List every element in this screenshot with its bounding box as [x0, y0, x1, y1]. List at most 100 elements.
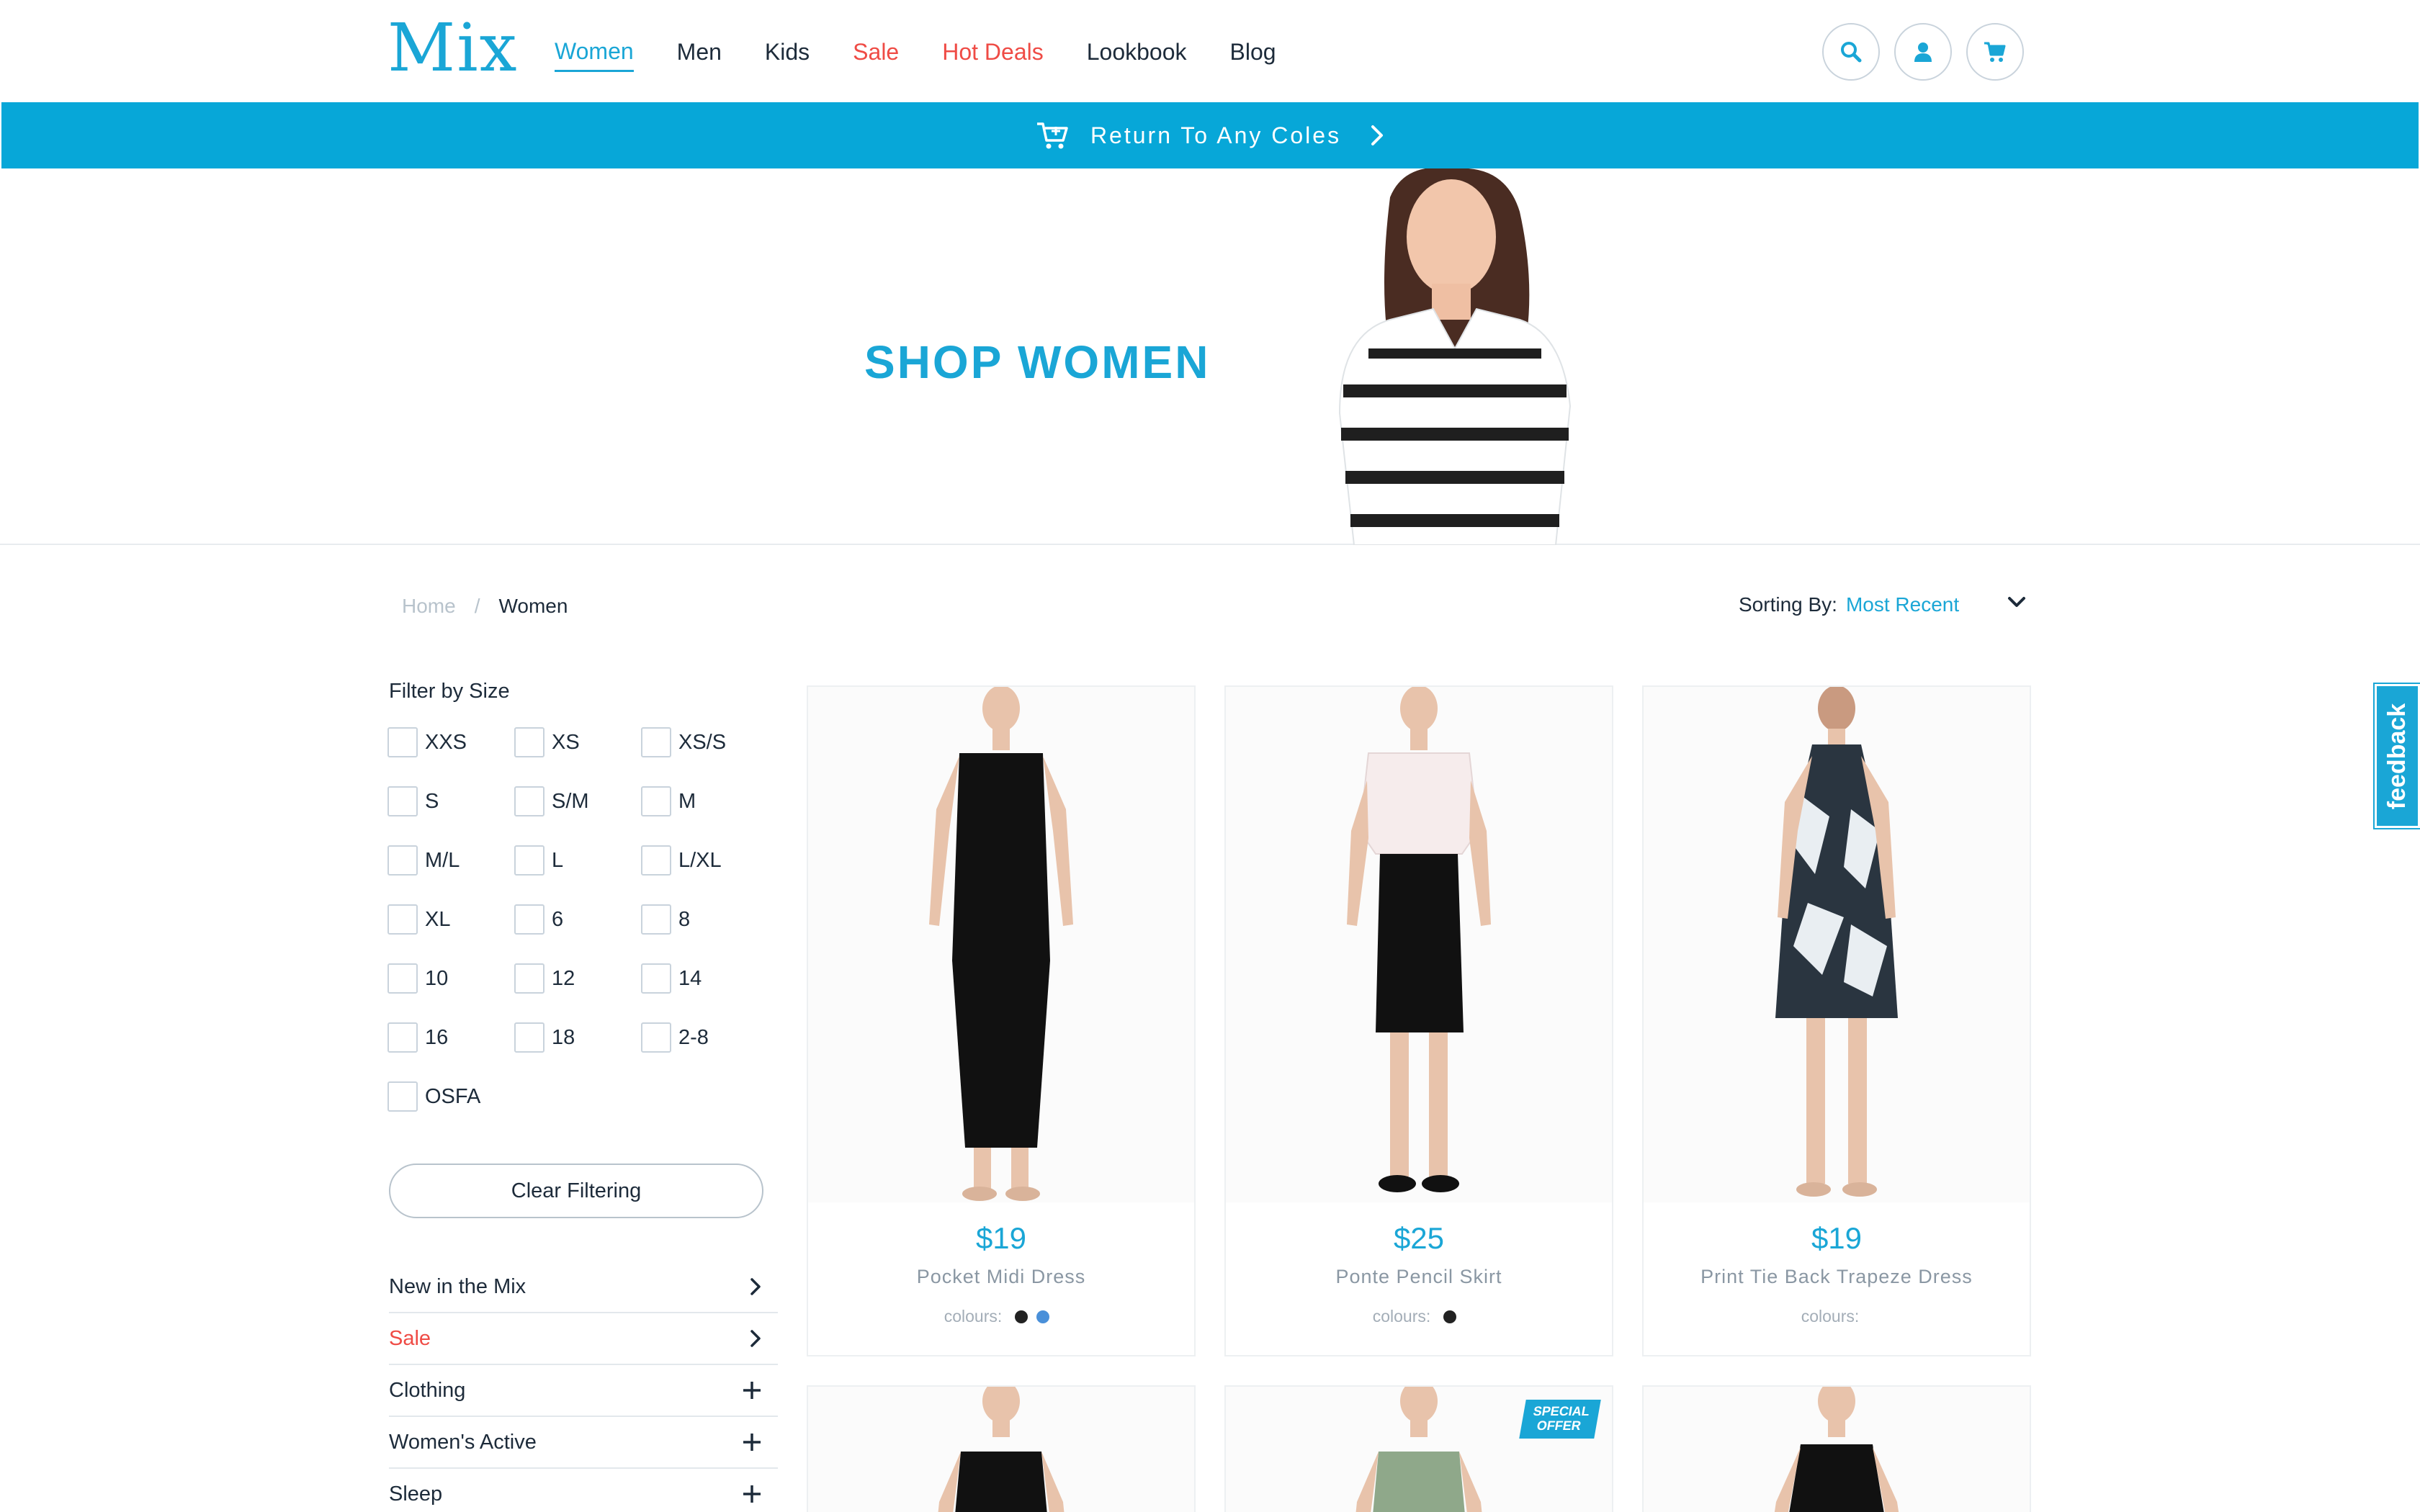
- size-option-xl[interactable]: XL: [387, 904, 514, 935]
- product-name[interactable]: Print Tie Back Trapeze Dress: [1644, 1266, 2030, 1288]
- size-checkbox[interactable]: [641, 1022, 671, 1053]
- nav-women[interactable]: Women: [555, 32, 634, 72]
- size-checkbox[interactable]: [387, 904, 418, 935]
- size-option-6[interactable]: 6: [514, 904, 641, 935]
- size-label: M: [678, 789, 696, 813]
- breadcrumb-home[interactable]: Home: [402, 595, 456, 618]
- nav-lookbook[interactable]: Lookbook: [1087, 29, 1187, 75]
- product-card[interactable]: $19 Pocket Midi Dress colours:: [807, 685, 1196, 1356]
- category-sale[interactable]: Sale: [389, 1313, 778, 1365]
- size-checkbox[interactable]: [387, 845, 418, 876]
- size-option-l-xl[interactable]: L/XL: [641, 845, 768, 876]
- size-label: L: [552, 848, 564, 872]
- size-checkbox[interactable]: [514, 963, 544, 994]
- size-option-16[interactable]: 16: [387, 1022, 514, 1053]
- cart-button[interactable]: [1966, 23, 2024, 81]
- chevron-right-icon: [750, 1330, 761, 1347]
- size-checkbox[interactable]: [514, 1022, 544, 1053]
- product-image[interactable]: [808, 687, 1194, 1202]
- size-filter-grid: XXS XS XS/S S S/M M M/L L L/XL XL 6 8 10…: [387, 727, 776, 1112]
- size-option-xs[interactable]: XS: [514, 727, 641, 757]
- size-option-8[interactable]: 8: [641, 904, 768, 935]
- size-checkbox[interactable]: [514, 786, 544, 816]
- product-name[interactable]: Pocket Midi Dress: [808, 1266, 1194, 1288]
- size-option-14[interactable]: 14: [641, 963, 768, 994]
- nav-men[interactable]: Men: [677, 29, 722, 75]
- size-checkbox[interactable]: [387, 963, 418, 994]
- size-option-s-m[interactable]: S/M: [514, 786, 641, 816]
- chevron-right-icon: [750, 1278, 761, 1295]
- clear-filtering-button[interactable]: Clear Filtering: [389, 1164, 763, 1218]
- colour-swatch-blue[interactable]: [1036, 1310, 1050, 1323]
- product-card[interactable]: SPECIAL OFFER: [1224, 1385, 1613, 1512]
- size-label: XS/S: [678, 730, 727, 754]
- size-checkbox[interactable]: [641, 786, 671, 816]
- nav-blog[interactable]: Blog: [1230, 29, 1276, 75]
- model-black-midi-dress-image: [929, 687, 1073, 1201]
- category-sleep[interactable]: Sleep: [389, 1469, 778, 1512]
- nav-sale[interactable]: Sale: [853, 29, 899, 75]
- product-card[interactable]: [807, 1385, 1196, 1512]
- category-womens-active[interactable]: Women's Active: [389, 1417, 778, 1469]
- size-option-m-l[interactable]: M/L: [387, 845, 514, 876]
- breadcrumb-separator: /: [474, 595, 480, 617]
- size-label: XS: [552, 730, 580, 754]
- main-nav: Women Men Kids Sale Hot Deals Lookbook B…: [555, 29, 1319, 75]
- size-checkbox[interactable]: [641, 727, 671, 757]
- product-card[interactable]: $25 Ponte Pencil Skirt colours:: [1224, 685, 1613, 1356]
- size-option-18[interactable]: 18: [514, 1022, 641, 1053]
- colours-label: colours:: [1372, 1307, 1431, 1326]
- size-checkbox[interactable]: [514, 904, 544, 935]
- product-image[interactable]: [1226, 687, 1612, 1202]
- size-option-s[interactable]: S: [387, 786, 514, 816]
- size-checkbox[interactable]: [641, 904, 671, 935]
- plus-icon: [743, 1485, 761, 1503]
- category-new-in-the-mix[interactable]: New in the Mix: [389, 1261, 778, 1313]
- colours-label: colours:: [1801, 1307, 1860, 1326]
- product-card[interactable]: [1642, 1385, 2031, 1512]
- size-option-10[interactable]: 10: [387, 963, 514, 994]
- size-checkbox[interactable]: [514, 845, 544, 876]
- colour-swatch-black[interactable]: [1015, 1310, 1028, 1323]
- product-image[interactable]: [808, 1387, 1194, 1512]
- size-option-m[interactable]: M: [641, 786, 768, 816]
- sort-dropdown[interactable]: Sorting By: Most Recent: [1739, 590, 2027, 619]
- product-image[interactable]: [1644, 1387, 2030, 1512]
- product-image[interactable]: [1644, 687, 2030, 1202]
- return-promo-bar[interactable]: Return To Any Coles: [1, 102, 2419, 168]
- size-checkbox[interactable]: [387, 1081, 418, 1112]
- size-option-12[interactable]: 12: [514, 963, 641, 994]
- nav-kids[interactable]: Kids: [765, 29, 810, 75]
- size-option-xxs[interactable]: XXS: [387, 727, 514, 757]
- size-label: S/M: [552, 789, 589, 813]
- category-label: Women's Active: [389, 1430, 537, 1454]
- search-button[interactable]: [1822, 23, 1880, 81]
- size-label: 6: [552, 907, 564, 931]
- nav-hot-deals[interactable]: Hot Deals: [942, 29, 1044, 75]
- size-checkbox[interactable]: [514, 727, 544, 757]
- mix-logo[interactable]: Mix: [387, 9, 519, 88]
- colour-swatch-black[interactable]: [1443, 1310, 1457, 1323]
- site-header: Mix Women Men Kids Sale Hot Deals Lookbo…: [0, 0, 2420, 102]
- size-checkbox[interactable]: [387, 727, 418, 757]
- size-checkbox[interactable]: [387, 786, 418, 816]
- model-pencil-skirt-image: [1347, 687, 1491, 1192]
- account-button[interactable]: [1894, 23, 1952, 81]
- feedback-tab[interactable]: feedback: [2375, 684, 2420, 828]
- size-checkbox[interactable]: [641, 963, 671, 994]
- filter-title: Filter by Size: [389, 680, 510, 703]
- size-label: OSFA: [425, 1084, 481, 1108]
- category-clothing[interactable]: Clothing: [389, 1365, 778, 1417]
- model-green-cami-image: [1355, 1387, 1482, 1512]
- size-option-xs-s[interactable]: XS/S: [641, 727, 768, 757]
- size-checkbox[interactable]: [641, 845, 671, 876]
- breadcrumb-current: Women: [498, 595, 568, 617]
- product-card[interactable]: $19 Print Tie Back Trapeze Dress colours…: [1642, 685, 2031, 1356]
- size-checkbox[interactable]: [387, 1022, 418, 1053]
- product-name[interactable]: Ponte Pencil Skirt: [1226, 1266, 1612, 1288]
- model-black-tank-image: [1774, 1387, 1899, 1512]
- category-label: Sale: [389, 1326, 431, 1350]
- size-option-l[interactable]: L: [514, 845, 641, 876]
- size-option-2-8[interactable]: 2-8: [641, 1022, 768, 1053]
- size-option-osfa[interactable]: OSFA: [387, 1081, 514, 1112]
